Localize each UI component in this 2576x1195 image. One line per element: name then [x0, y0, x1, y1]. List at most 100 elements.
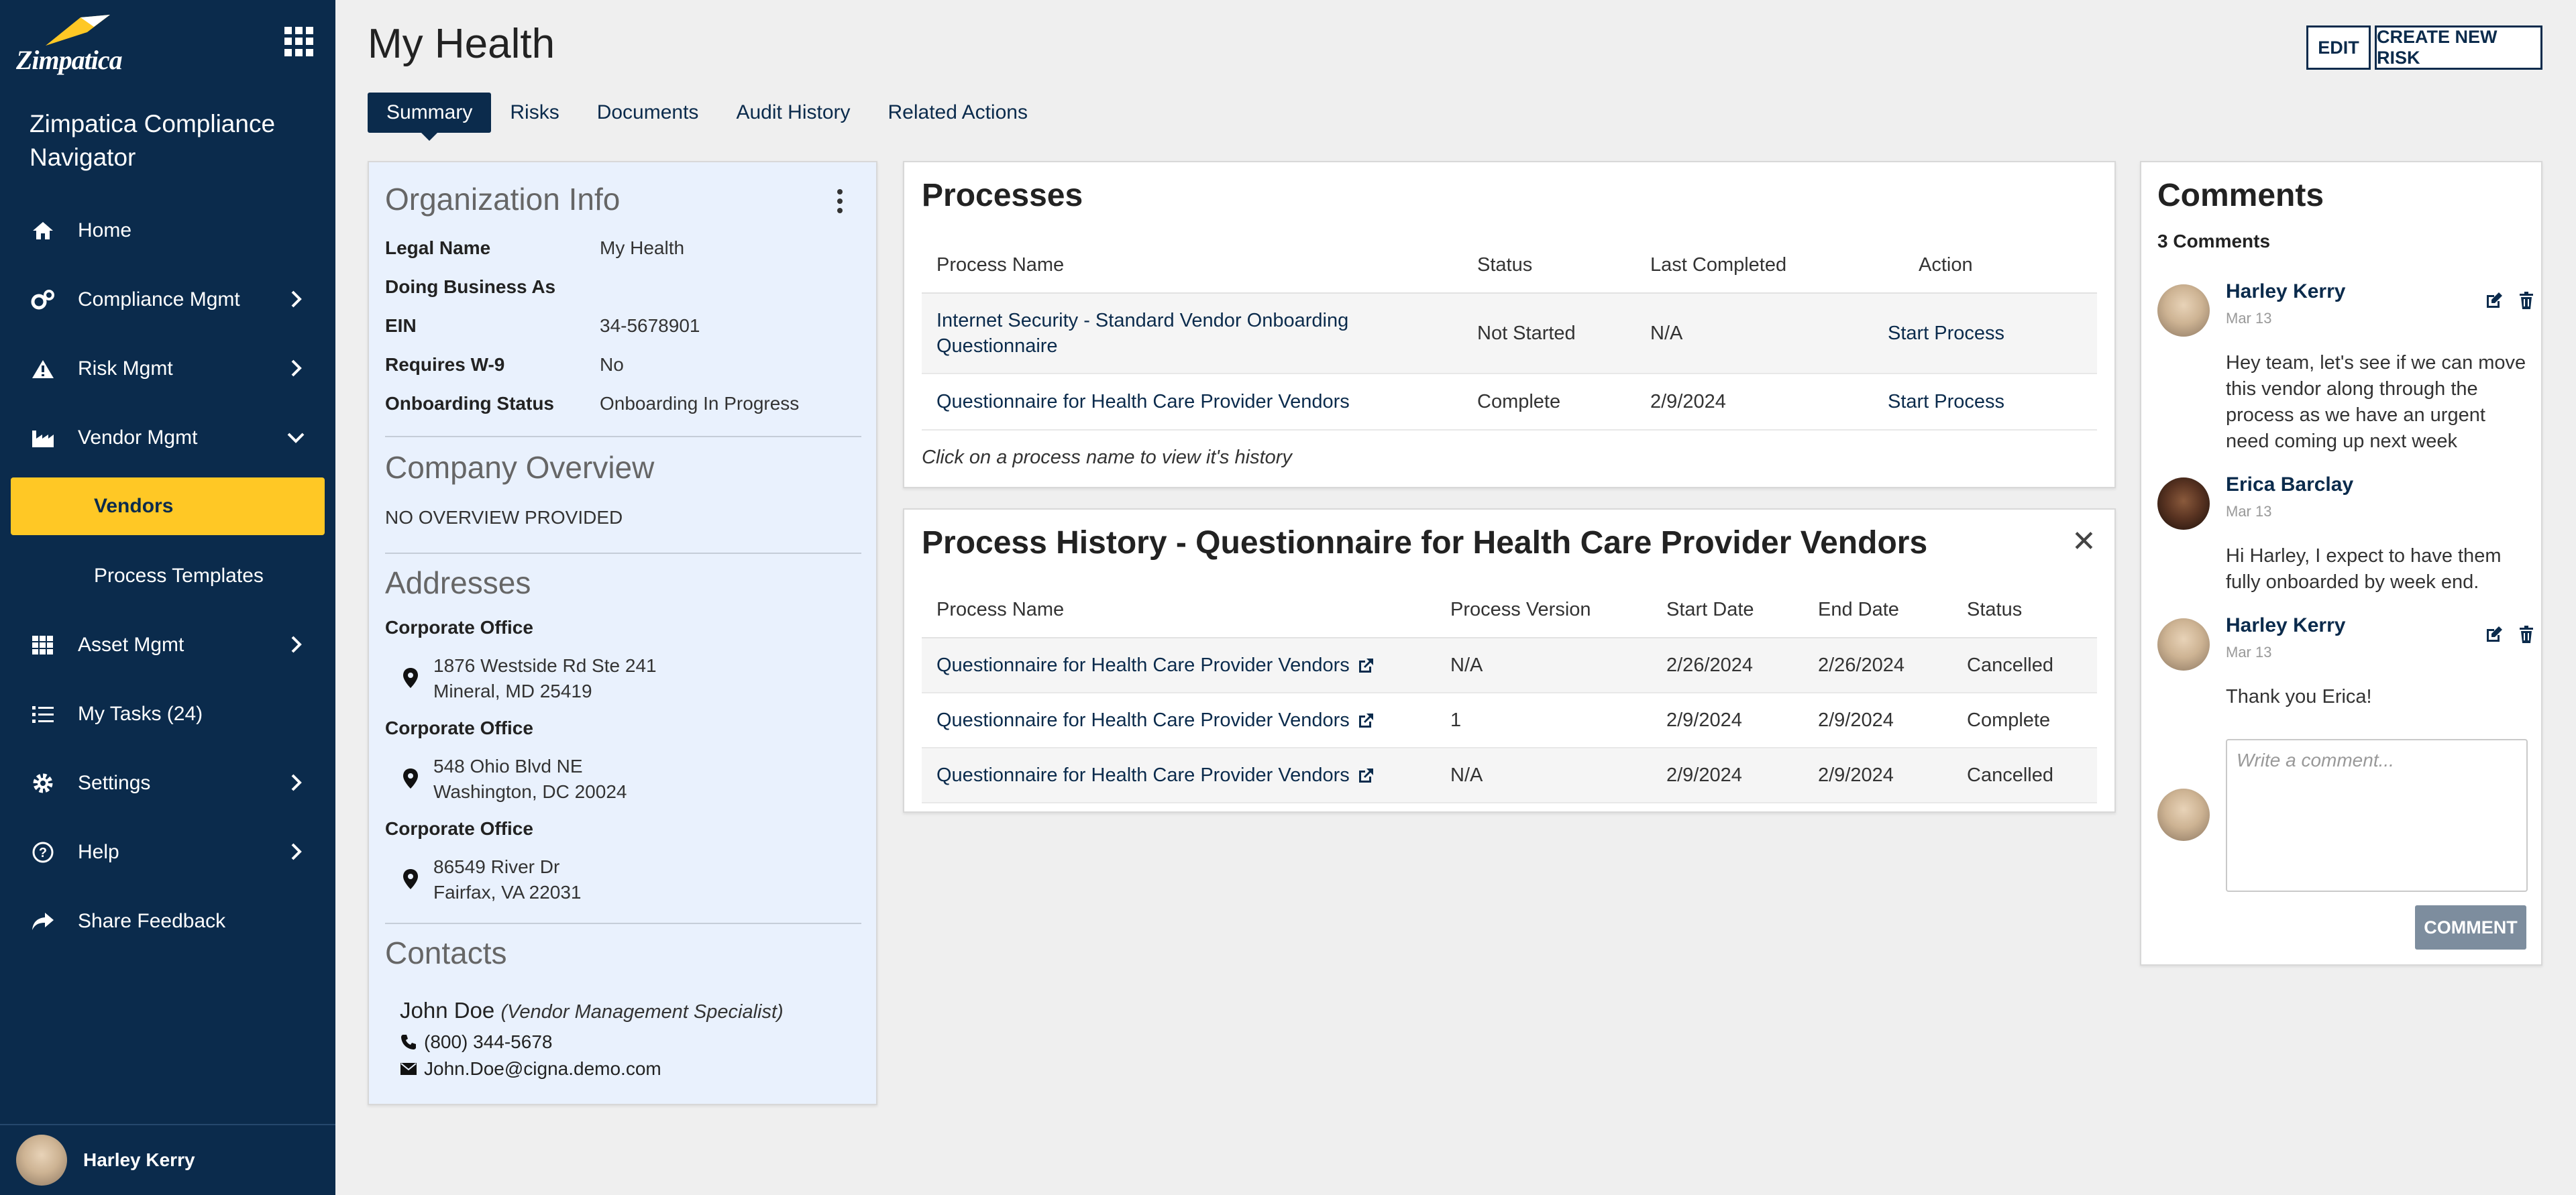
zimpatica-logo[interactable]: Zimpatica [16, 9, 150, 75]
tab-risks[interactable]: Risks [491, 93, 578, 133]
address-block: 548 Ohio Blvd NE Washington, DC 20024 [433, 754, 627, 805]
comment-author: Harley Kerry [2226, 280, 2346, 302]
field-value: My Health [600, 237, 685, 258]
app-title: Zimpatica Compliance Navigator [30, 110, 276, 171]
company-overview-text: NO OVERVIEW PROVIDED [385, 507, 623, 528]
edit-button[interactable]: EDIT [2306, 25, 2371, 70]
comment-date: Mar 13 [2226, 503, 2272, 520]
chevron-right-icon [291, 636, 302, 653]
comment-line: Hey team, let's see if we can move [2226, 352, 2526, 374]
column-header: Status [1477, 254, 1533, 276]
start-process-link[interactable]: Start Process [1888, 389, 2004, 414]
comment-actions [2485, 291, 2536, 310]
address-line2: Fairfax, VA 22031 [433, 882, 582, 903]
history-status: Complete [1967, 709, 2051, 731]
table-row: Internet Security - Standard Vendor Onbo… [922, 294, 2097, 374]
tab-audit-history[interactable]: Audit History [717, 93, 869, 133]
column-header: Process Version [1450, 599, 1591, 620]
tab-summary[interactable]: Summary [368, 93, 492, 141]
comment-line: Hi Harley, I expect to have them [2226, 545, 2502, 567]
sidebar-item-label: Vendor Mgmt [78, 426, 198, 449]
sidebar-item-home[interactable]: Home [0, 196, 335, 265]
sidebar-item-label: Vendors [94, 495, 174, 517]
column-header: End Date [1818, 599, 1899, 620]
sidebar-item-label: My Tasks (24) [78, 702, 203, 725]
column-header: Status [1967, 599, 2023, 620]
divider [385, 923, 861, 924]
sidebar-item-my-tasks[interactable]: My Tasks (24) [0, 679, 335, 748]
company-overview-title: Company Overview [385, 450, 655, 485]
contact-email-row[interactable]: John.Doe@cigna.demo.com [400, 1058, 661, 1080]
trash-icon[interactable] [2517, 291, 2536, 310]
history-process-link[interactable]: Questionnaire for Health Care Provider V… [936, 762, 1375, 788]
tab-related-actions[interactable]: Related Actions [869, 93, 1046, 133]
phone-icon [401, 1035, 416, 1049]
address-label: Corporate Office [385, 818, 533, 839]
svg-text:?: ? [39, 846, 47, 860]
sidebar-item-compliance-mgmt[interactable]: Compliance Mgmt [0, 265, 335, 334]
history-end-date: 2/9/2024 [1818, 764, 1894, 786]
address-line2: Washington, DC 20024 [433, 781, 627, 802]
sidebar-item-process-templates[interactable]: Process Templates [0, 541, 335, 610]
app-grid-icon[interactable] [284, 27, 314, 56]
sidebar-item-vendor-mgmt[interactable]: Vendor Mgmt [0, 403, 335, 472]
processes-title: Processes [922, 178, 1083, 213]
comment-body: Hey team, let's see if we can move this … [2226, 350, 2528, 455]
table-row: Questionnaire for Health Care Provider V… [922, 374, 2097, 431]
process-name-link[interactable]: Questionnaire for Health Care Provider V… [936, 389, 1350, 414]
more-options-icon[interactable] [837, 189, 844, 213]
warning-icon [30, 355, 56, 382]
comment-input[interactable]: Write a comment... [2226, 739, 2528, 892]
user-name: Harley Kerry [83, 1149, 195, 1170]
address-label: Corporate Office [385, 718, 533, 738]
chevron-down-icon [287, 433, 305, 443]
history-version: 1 [1450, 709, 1462, 731]
sidebar-item-risk-mgmt[interactable]: Risk Mgmt [0, 334, 335, 403]
gears-icon [30, 286, 56, 313]
history-start-date: 2/9/2024 [1666, 764, 1742, 786]
edit-icon[interactable] [2485, 291, 2504, 310]
comments-title: Comments [2157, 178, 2324, 213]
history-version: N/A [1450, 655, 1483, 676]
sidebar-item-asset-mgmt[interactable]: Asset Mgmt [0, 610, 335, 679]
field-label: EIN [385, 315, 417, 336]
contact-role: (Vendor Management Specialist) [500, 1001, 784, 1023]
process-status: Complete [1477, 391, 1561, 412]
processes-table: Process Name Status Last Completed Actio… [922, 237, 2097, 431]
divider [385, 436, 861, 437]
edit-icon[interactable] [2485, 625, 2504, 644]
comment-line: Thank you Erica! [2226, 686, 2372, 707]
table-row: Questionnaire for Health Care Provider V… [922, 748, 2097, 803]
comment-actions [2485, 625, 2536, 644]
map-pin-icon [403, 769, 418, 789]
history-version: N/A [1450, 764, 1483, 786]
history-process-link[interactable]: Questionnaire for Health Care Provider V… [936, 652, 1375, 678]
page-title: My Health [368, 21, 555, 67]
address-label: Corporate Office [385, 617, 533, 638]
map-pin-icon [403, 869, 418, 889]
addresses-title: Addresses [385, 565, 531, 600]
trash-icon[interactable] [2517, 625, 2536, 644]
comment-body: Hi Harley, I expect to have them fully o… [2226, 543, 2528, 595]
sidebar-item-vendors[interactable]: Vendors [11, 477, 325, 535]
start-process-link[interactable]: Start Process [1888, 321, 2004, 346]
comment-submit-button[interactable]: COMMENT [2415, 905, 2526, 950]
current-user[interactable]: Harley Kerry [0, 1124, 335, 1195]
sidebar-item-settings[interactable]: Settings [0, 748, 335, 817]
envelope-icon [400, 1063, 417, 1075]
organization-info-card: Organization Info Legal Name My Health Do… [368, 161, 877, 1105]
sidebar-item-share-feedback[interactable]: Share Feedback [0, 887, 335, 956]
sidebar-item-help[interactable]: ? Help [0, 817, 335, 887]
table-row: Questionnaire for Health Care Provider V… [922, 693, 2097, 748]
history-process-link[interactable]: Questionnaire for Health Care Provider V… [936, 707, 1375, 733]
process-name-link[interactable]: Internet Security - Standard Vendor Onbo… [936, 308, 1348, 359]
field-label: Requires W-9 [385, 354, 505, 375]
history-process-name: Questionnaire for Health Care Provider V… [936, 709, 1350, 731]
field-label: Onboarding Status [385, 393, 554, 414]
close-icon[interactable]: ✕ [2072, 524, 2096, 559]
create-new-risk-button[interactable]: CREATE NEW RISK [2375, 25, 2542, 70]
process-name-line: Internet Security - Standard Vendor Onbo… [936, 310, 1349, 331]
chevron-right-icon [291, 359, 302, 377]
tab-documents[interactable]: Documents [578, 93, 718, 133]
comment-line: need coming up next week [2226, 431, 2457, 452]
